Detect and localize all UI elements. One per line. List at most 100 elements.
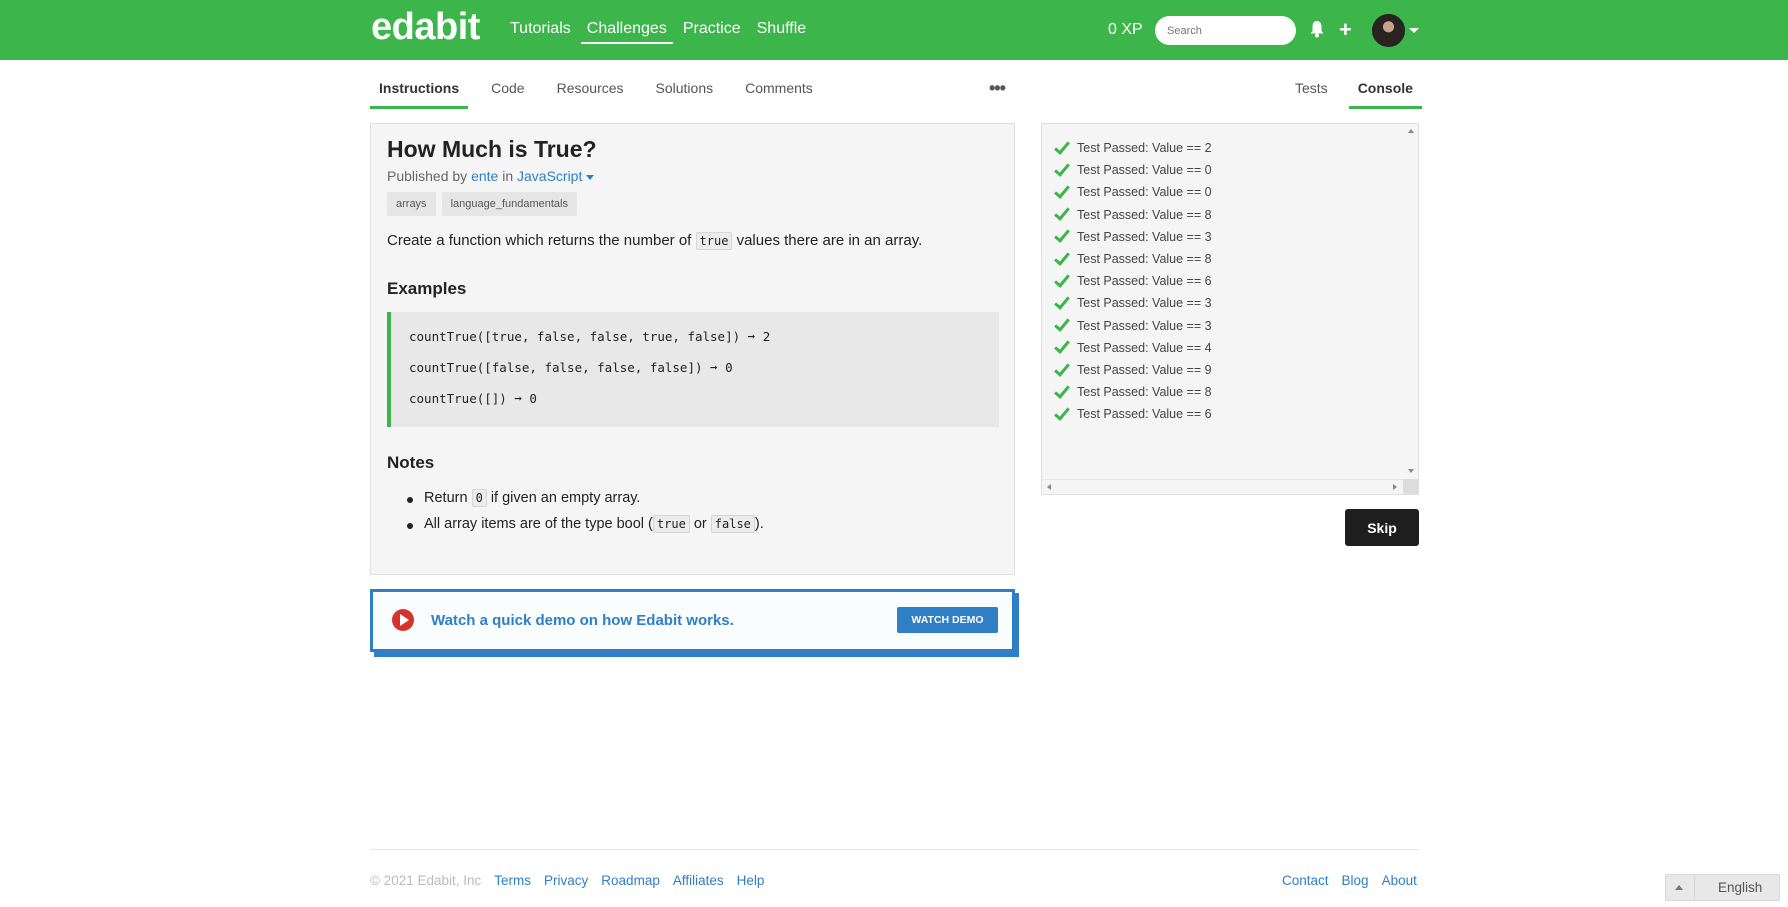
examples-heading: Examples bbox=[387, 279, 467, 298]
challenge-description: Create a function which returns the numb… bbox=[387, 232, 922, 250]
scroll-left-icon[interactable] bbox=[1047, 484, 1051, 490]
language-selector[interactable]: English bbox=[1665, 874, 1780, 901]
scrollbar-corner bbox=[1403, 479, 1418, 494]
scroll-down-icon[interactable] bbox=[1408, 469, 1414, 473]
test-result-row: Test Passed: Value == 3 bbox=[1054, 226, 1212, 244]
notes-list: Return 0 if given an empty array. All ar… bbox=[407, 489, 764, 542]
test-result-text: Test Passed: Value == 9 bbox=[1077, 363, 1212, 377]
footer-link-blog[interactable]: Blog bbox=[1342, 873, 1369, 888]
nav-shuffle[interactable]: Shuffle bbox=[757, 20, 807, 44]
footer-right: Contact Blog About bbox=[1282, 873, 1417, 888]
test-result-row: Test Passed: Value == 0 bbox=[1054, 182, 1212, 200]
instruction-tabs: Instructions Code Resources Solutions Co… bbox=[370, 78, 836, 109]
tab-resources[interactable]: Resources bbox=[548, 78, 633, 109]
note1-text-1: Return bbox=[424, 490, 468, 506]
check-icon bbox=[1054, 204, 1070, 221]
inline-code-true: true bbox=[695, 232, 733, 250]
check-icon bbox=[1054, 315, 1070, 332]
console-output[interactable]: Test Passed: Value == 2 Test Passed: Valu… bbox=[1041, 123, 1419, 495]
demo-banner: Watch a quick demo on how Edabit works. … bbox=[370, 589, 1015, 652]
footer-link-contact[interactable]: Contact bbox=[1282, 873, 1329, 888]
skip-button[interactable]: Skip bbox=[1345, 509, 1419, 546]
in-label: in bbox=[502, 168, 514, 184]
play-icon[interactable] bbox=[392, 609, 414, 631]
check-icon bbox=[1054, 137, 1070, 155]
check-icon bbox=[1054, 293, 1070, 310]
tag-language-fundamentals[interactable]: language_fundamentals bbox=[441, 192, 577, 216]
example-line-2: countTrue([false, false, false, false]) … bbox=[409, 360, 733, 375]
test-result-text: Test Passed: Value == 0 bbox=[1077, 185, 1212, 200]
challenge-title: How Much is True? bbox=[387, 136, 597, 162]
test-result-text: Test Passed: Value == 8 bbox=[1077, 252, 1212, 266]
notes-heading: Notes bbox=[387, 453, 435, 472]
author-link[interactable]: ente bbox=[471, 168, 498, 184]
test-result-text: Test Passed: Value == 8 bbox=[1077, 385, 1212, 400]
test-result-text: Test Passed: Value == 4 bbox=[1077, 340, 1212, 355]
footer-link-privacy[interactable]: Privacy bbox=[544, 873, 588, 888]
nav-challenges[interactable]: Challenges bbox=[580, 20, 673, 44]
avatar[interactable] bbox=[1372, 14, 1405, 47]
test-result-text: Test Passed: Value == 0 bbox=[1077, 163, 1212, 178]
note2-text-3: ). bbox=[754, 516, 764, 532]
tag-arrays[interactable]: arrays bbox=[387, 192, 436, 216]
test-result-text: Test Passed: Value == 2 bbox=[1077, 141, 1212, 155]
vertical-scrollbar[interactable] bbox=[1403, 124, 1418, 481]
test-result-text: Test Passed: Value == 6 bbox=[1077, 407, 1212, 422]
language-label: JavaScript bbox=[517, 168, 583, 184]
tab-tests[interactable]: Tests bbox=[1286, 78, 1337, 109]
more-options-icon[interactable]: ••• bbox=[989, 78, 1006, 99]
footer-link-about[interactable]: About bbox=[1382, 873, 1417, 888]
caret-down-icon bbox=[586, 174, 595, 180]
check-icon bbox=[1054, 182, 1070, 199]
watch-demo-button[interactable]: WATCH DEMO bbox=[897, 607, 998, 633]
console-tabs: Tests Console bbox=[1286, 78, 1434, 109]
demo-text[interactable]: Watch a quick demo on how Edabit works. bbox=[431, 612, 734, 629]
test-result-row: Test Passed: Value == 8 bbox=[1054, 204, 1212, 222]
tab-solutions[interactable]: Solutions bbox=[647, 78, 723, 109]
search-input[interactable] bbox=[1155, 16, 1296, 45]
check-icon bbox=[1054, 226, 1070, 244]
xp-counter: 0 XP bbox=[1108, 21, 1143, 38]
instructions-panel: How Much is True? Published by ente in J… bbox=[370, 123, 1015, 575]
footer-divider bbox=[370, 849, 1419, 850]
tab-console[interactable]: Console bbox=[1348, 78, 1422, 109]
published-by-label: Published by bbox=[387, 168, 468, 184]
horizontal-scrollbar[interactable] bbox=[1042, 479, 1405, 494]
examples-code-block: countTrue([true, false, false, true, fal… bbox=[387, 312, 999, 427]
check-icon bbox=[1054, 381, 1070, 399]
footer-link-help[interactable]: Help bbox=[737, 873, 765, 888]
scroll-right-icon[interactable] bbox=[1393, 484, 1397, 490]
nav-tutorials[interactable]: Tutorials bbox=[510, 20, 571, 44]
tab-instructions[interactable]: Instructions bbox=[370, 78, 469, 109]
test-result-text: Test Passed: Value == 3 bbox=[1077, 296, 1212, 311]
test-result-row: Test Passed: Value == 6 bbox=[1054, 270, 1212, 289]
test-result-text: Test Passed: Value == 6 bbox=[1077, 274, 1212, 289]
footer-link-roadmap[interactable]: Roadmap bbox=[601, 873, 660, 888]
scroll-up-icon[interactable] bbox=[1408, 129, 1414, 133]
tab-code[interactable]: Code bbox=[482, 78, 533, 109]
check-icon bbox=[1054, 159, 1070, 177]
note-item: Return 0 if given an empty array. bbox=[407, 489, 764, 507]
bell-icon[interactable] bbox=[1309, 20, 1325, 38]
test-result-row: Test Passed: Value == 0 bbox=[1054, 159, 1212, 178]
top-navbar: edabit Tutorials Challenges Practice Shu… bbox=[0, 0, 1788, 60]
chevron-down-icon[interactable] bbox=[1409, 28, 1419, 33]
copyright: © 2021 Edabit, Inc bbox=[370, 873, 482, 888]
inline-code-true: true bbox=[652, 515, 690, 533]
test-result-text: Test Passed: Value == 3 bbox=[1077, 318, 1212, 333]
edabit-logo[interactable]: edabit bbox=[371, 6, 480, 49]
language-divider bbox=[1694, 875, 1695, 900]
check-icon bbox=[1054, 248, 1070, 266]
tab-comments[interactable]: Comments bbox=[736, 78, 822, 109]
inline-code-zero: 0 bbox=[471, 489, 487, 507]
footer-link-affiliates[interactable]: Affiliates bbox=[673, 873, 724, 888]
plus-icon[interactable]: + bbox=[1339, 17, 1352, 43]
language-label: English bbox=[1718, 880, 1763, 895]
nav-practice[interactable]: Practice bbox=[683, 20, 741, 44]
test-result-row: Test Passed: Value == 4 bbox=[1054, 337, 1212, 355]
example-line-3: countTrue([]) ➞ 0 bbox=[409, 391, 537, 406]
language-dropdown[interactable]: JavaScript bbox=[517, 168, 595, 184]
main-nav: Tutorials Challenges Practice Shuffle bbox=[510, 20, 822, 44]
test-result-row: Test Passed: Value == 3 bbox=[1054, 293, 1212, 311]
footer-link-terms[interactable]: Terms bbox=[494, 873, 531, 888]
